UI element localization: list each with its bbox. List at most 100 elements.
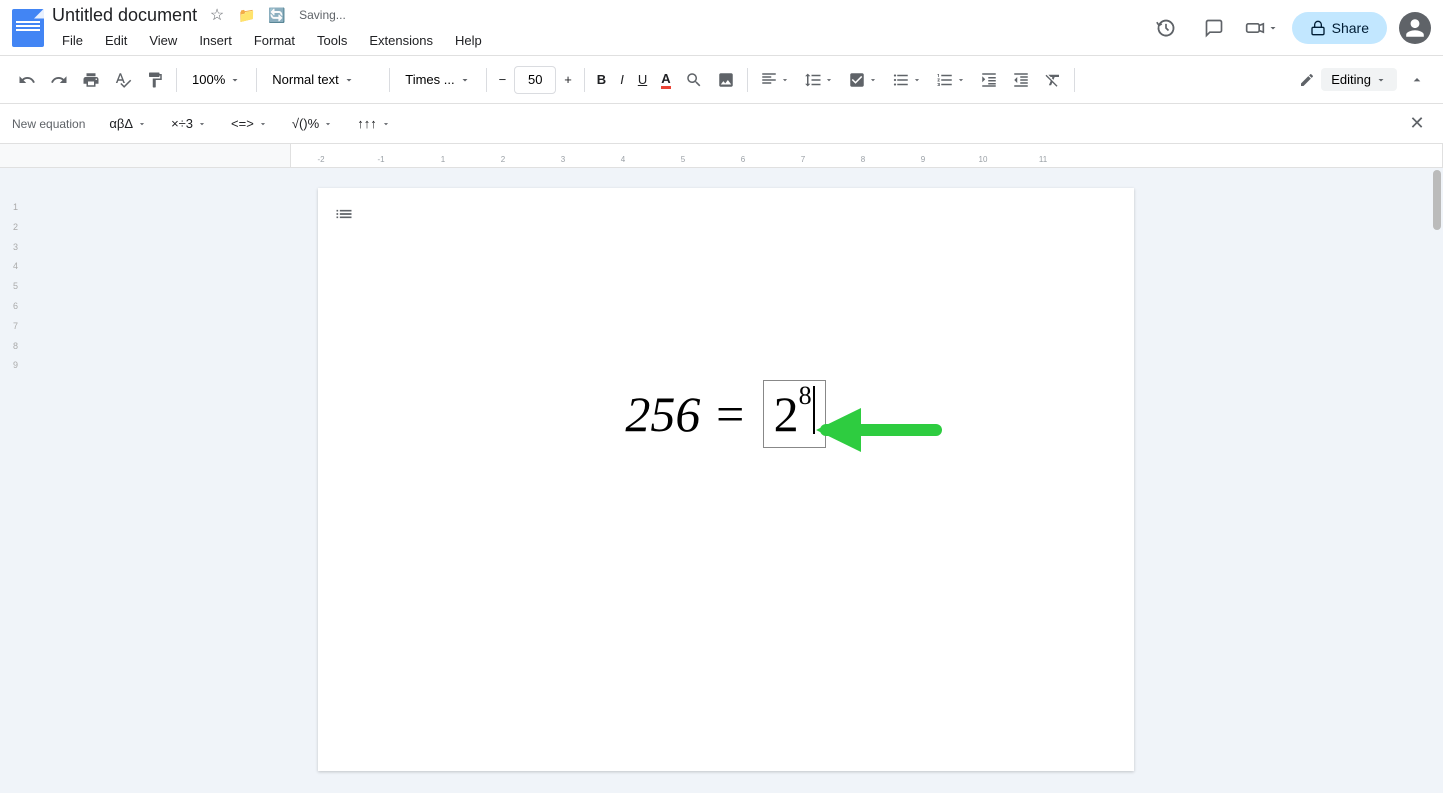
ruler: -2 -1 1 2 3 4 5 6 7 8 9 10 11 <box>0 144 1443 168</box>
zoom-dropdown[interactable]: 100% <box>183 64 250 96</box>
plus-icon: + <box>564 72 572 87</box>
indent-button[interactable] <box>974 64 1004 96</box>
title-section: Untitled document ☆ 📁 🔄 Saving... File E… <box>52 3 1140 52</box>
equation-container: 256 = 2 8 <box>390 380 1062 448</box>
svg-text:2: 2 <box>501 155 506 164</box>
editing-label: Editing <box>1331 72 1371 87</box>
equation-left-part: 256 = <box>625 385 746 443</box>
saving-text: Saving... <box>299 8 346 22</box>
clear-format-button[interactable] <box>1038 64 1068 96</box>
text-color-button[interactable]: A <box>655 64 676 96</box>
menu-help[interactable]: Help <box>445 29 492 52</box>
divider-7 <box>1074 68 1075 92</box>
page: 256 = 2 8 <box>318 188 1134 771</box>
line-spacing-button[interactable] <box>798 64 840 96</box>
toolbar: 100% Normal text Times ... − 50 + B I U … <box>0 56 1443 104</box>
font-size-box[interactable]: 50 <box>514 66 556 94</box>
svg-text:4: 4 <box>621 155 626 164</box>
right-scrollbar[interactable] <box>1431 168 1443 791</box>
arrow-annotation <box>746 390 946 473</box>
menu-extensions[interactable]: Extensions <box>359 29 443 52</box>
svg-text:10: 10 <box>979 155 988 164</box>
title-icons: ☆ 📁 🔄 Saving... <box>205 3 346 27</box>
bullet-list-button[interactable] <box>886 64 928 96</box>
doc-title[interactable]: Untitled document <box>52 5 197 26</box>
zoom-level: 100% <box>192 72 225 87</box>
font-dropdown[interactable]: Times ... <box>396 64 479 96</box>
doc-area[interactable]: 256 = 2 8 <box>20 168 1431 791</box>
italic-button[interactable]: I <box>614 64 630 96</box>
menu-view[interactable]: View <box>139 29 187 52</box>
highlight-button[interactable] <box>679 64 709 96</box>
meet-icon-btn[interactable] <box>1244 10 1280 46</box>
numbered-list-button[interactable] <box>930 64 972 96</box>
divider-5 <box>584 68 585 92</box>
title-bar: Untitled document ☆ 📁 🔄 Saving... File E… <box>0 0 1443 56</box>
greek-btn[interactable]: αβΔ <box>101 114 155 133</box>
menu-tools[interactable]: Tools <box>307 29 357 52</box>
menu-edit[interactable]: Edit <box>95 29 137 52</box>
undo-button[interactable] <box>12 64 42 96</box>
divider-6 <box>747 68 748 92</box>
font-label: Times ... <box>405 72 454 87</box>
svg-text:9: 9 <box>921 155 926 164</box>
drive-icon[interactable]: 📁 <box>235 3 259 27</box>
font-size-plus-button[interactable]: + <box>558 64 578 96</box>
minus-icon: − <box>499 72 507 87</box>
doc-icon <box>12 9 44 47</box>
menu-file[interactable]: File <box>52 29 93 52</box>
left-margin: 12345 6789 <box>0 168 20 791</box>
menu-bar: File Edit View Insert Format Tools Exten… <box>52 29 1140 52</box>
arrows-btn[interactable]: ↑↑↑ <box>349 114 399 133</box>
history-icon-btn[interactable] <box>1148 10 1184 46</box>
svg-text:7: 7 <box>801 155 806 164</box>
style-dropdown[interactable]: Normal text <box>263 64 383 96</box>
checklist-button[interactable] <box>842 64 884 96</box>
doc-title-row: Untitled document ☆ 📁 🔄 Saving... <box>52 3 1140 27</box>
spell-check-button[interactable] <box>108 64 138 96</box>
insert-image-button[interactable] <box>711 64 741 96</box>
style-label: Normal text <box>272 72 338 87</box>
user-avatar[interactable] <box>1399 12 1431 44</box>
svg-text:1: 1 <box>441 155 446 164</box>
share-button[interactable]: Share <box>1292 12 1387 44</box>
star-icon[interactable]: ☆ <box>205 3 229 27</box>
outdent-button[interactable] <box>1006 64 1036 96</box>
bold-button[interactable]: B <box>591 64 612 96</box>
share-label: Share <box>1332 20 1369 36</box>
svg-text:8: 8 <box>861 155 866 164</box>
font-size-value: 50 <box>528 72 542 87</box>
font-size-minus-button[interactable]: − <box>493 64 513 96</box>
right-controls: Share <box>1148 10 1431 46</box>
print-button[interactable] <box>76 64 106 96</box>
relations-btn[interactable]: <=> <box>223 114 276 133</box>
redo-button[interactable] <box>44 64 74 96</box>
math-btn[interactable]: √()% <box>284 114 341 133</box>
paint-format-button[interactable] <box>140 64 170 96</box>
chat-icon-btn[interactable] <box>1196 10 1232 46</box>
divider-3 <box>389 68 390 92</box>
svg-text:6: 6 <box>741 155 746 164</box>
main-area: 12345 6789 256 = 2 <box>0 168 1443 791</box>
menu-insert[interactable]: Insert <box>189 29 242 52</box>
underline-button[interactable]: U <box>632 64 653 96</box>
divider-4 <box>486 68 487 92</box>
svg-text:3: 3 <box>561 155 566 164</box>
divider-1 <box>176 68 177 92</box>
svg-text:5: 5 <box>681 155 686 164</box>
ruler-inner: -2 -1 1 2 3 4 5 6 7 8 9 10 11 <box>290 144 1443 167</box>
collapse-toolbar-button[interactable] <box>1403 66 1431 94</box>
operations-btn[interactable]: ×÷3 <box>163 114 215 133</box>
doc-content: 256 = 2 8 <box>318 188 1134 520</box>
equation-bar: New equation αβΔ ×÷3 <=> √()% ↑↑↑ ✕ <box>0 104 1443 144</box>
sync-icon[interactable]: 🔄 <box>265 3 289 27</box>
new-equation-label: New equation <box>12 117 85 131</box>
svg-text:11: 11 <box>1039 155 1048 164</box>
divider-2 <box>256 68 257 92</box>
svg-text:-1: -1 <box>377 155 385 164</box>
menu-format[interactable]: Format <box>244 29 305 52</box>
align-button[interactable] <box>754 64 796 96</box>
svg-text:-2: -2 <box>317 155 325 164</box>
equation-bar-close[interactable]: ✕ <box>1403 110 1431 138</box>
editing-button[interactable]: Editing <box>1321 68 1397 91</box>
